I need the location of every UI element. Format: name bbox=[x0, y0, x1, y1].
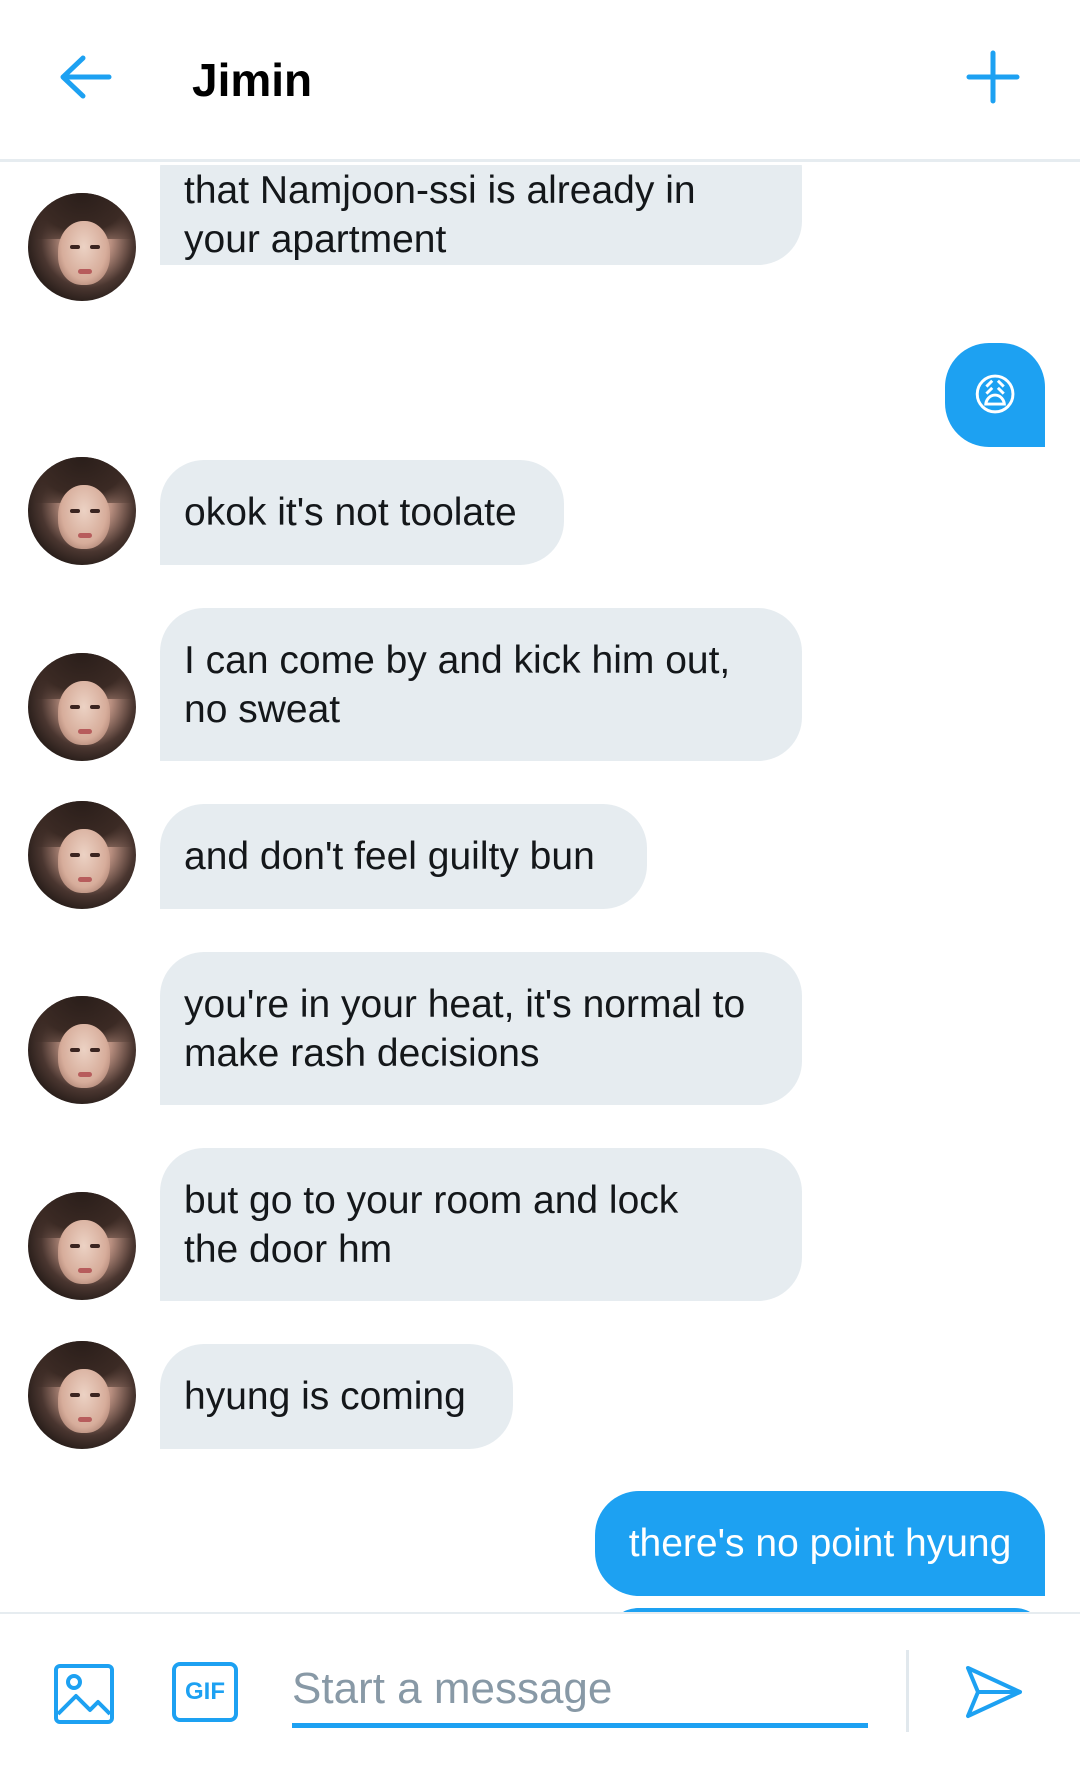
message-bubble-incoming[interactable]: and don't feel guilty bun bbox=[160, 804, 647, 909]
message-text: okok it's not toolate bbox=[184, 491, 517, 534]
message-bubble-outgoing[interactable]: there's no point hyung bbox=[595, 1491, 1045, 1596]
add-button[interactable] bbox=[960, 44, 1026, 110]
avatar[interactable] bbox=[28, 1192, 136, 1300]
conversation-header: Jimin bbox=[0, 0, 1080, 162]
compose-divider bbox=[906, 1650, 909, 1732]
avatar[interactable] bbox=[28, 996, 136, 1104]
message-text: and don't feel guilty bun bbox=[184, 835, 595, 878]
avatar[interactable] bbox=[28, 457, 136, 565]
compose-bar: GIF bbox=[0, 1612, 1080, 1774]
gif-button[interactable]: GIF bbox=[172, 1662, 238, 1722]
message-text: hyung is coming bbox=[184, 1375, 466, 1418]
plus-icon bbox=[966, 50, 1020, 104]
message-bubble-incoming[interactable]: you're in your heat, it's normal to make… bbox=[160, 952, 802, 1105]
message-input[interactable] bbox=[292, 1654, 868, 1723]
message-bubble-incoming[interactable]: okok it's not toolate bbox=[160, 460, 564, 565]
add-image-button[interactable] bbox=[52, 1662, 116, 1726]
message-text: you're in your heat, it's normal to make… bbox=[184, 982, 746, 1075]
gif-label: GIF bbox=[185, 1678, 225, 1705]
send-icon bbox=[966, 1666, 1022, 1718]
avatar[interactable] bbox=[28, 1341, 136, 1449]
conversation-title[interactable]: Jimin bbox=[192, 50, 312, 110]
message-text: I can come by and kick him out, no sweat bbox=[184, 638, 731, 731]
message-bubble-incoming[interactable]: that Namjoon-ssi is already in your apar… bbox=[160, 165, 802, 265]
arrow-left-icon bbox=[60, 55, 112, 99]
message-bubble-incoming[interactable]: hyung is coming bbox=[160, 1344, 513, 1449]
message-bubble-incoming[interactable]: but go to your room and lock the door hm bbox=[160, 1148, 802, 1301]
message-bubble-outgoing[interactable]: 😩 bbox=[945, 343, 1045, 447]
message-text: but go to your room and lock the door hm bbox=[184, 1178, 679, 1271]
message-bubble-incoming[interactable]: I can come by and kick him out, no sweat bbox=[160, 608, 802, 761]
message-input-wrapper[interactable] bbox=[292, 1654, 868, 1728]
send-button[interactable] bbox=[962, 1660, 1026, 1724]
avatar[interactable] bbox=[28, 801, 136, 909]
avatar[interactable] bbox=[28, 193, 136, 301]
avatar[interactable] bbox=[28, 653, 136, 761]
message-text: there's no point hyung bbox=[628, 1522, 1012, 1565]
message-list[interactable]: that Namjoon-ssi is already in your apar… bbox=[0, 165, 1080, 1612]
message-text: that Namjoon-ssi is already in your apar… bbox=[184, 169, 696, 261]
image-icon bbox=[54, 1664, 114, 1724]
back-button[interactable] bbox=[52, 44, 118, 110]
message-text: 😩 bbox=[972, 370, 1018, 420]
bottom-edge bbox=[0, 1766, 1080, 1774]
